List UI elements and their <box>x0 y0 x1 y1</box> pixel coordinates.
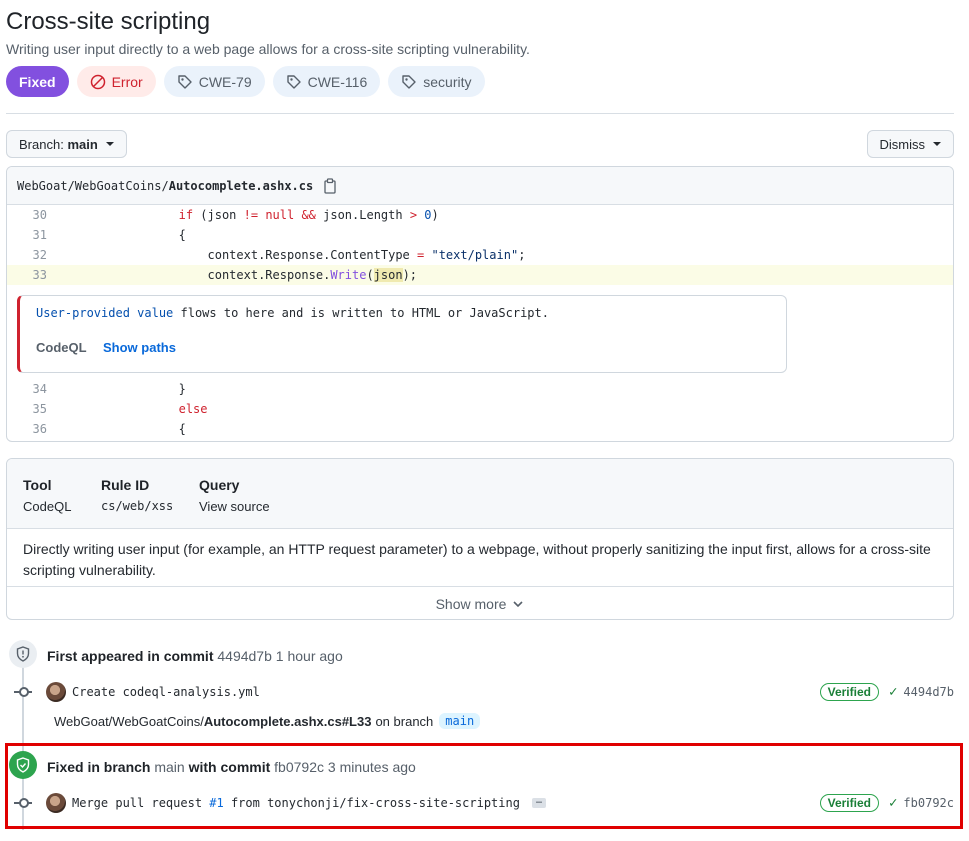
location-line: WebGoat/WebGoatCoins/Autocomplete.ashx.c… <box>54 713 481 729</box>
line-number: 36 <box>32 422 47 436</box>
file-location-link[interactable]: WebGoat/WebGoatCoins/Autocomplete.ashx.c… <box>54 714 371 729</box>
alert-tool: CodeQL <box>36 340 87 355</box>
tag-cwe-79[interactable]: CWE-79 <box>163 66 265 97</box>
page-title: Cross-site scripting <box>6 8 211 35</box>
alert-message: User-provided value flows to here and is… <box>36 306 549 320</box>
line-source: { <box>63 422 186 436</box>
branch-select-button[interactable]: Branch: main <box>6 130 127 158</box>
line-number: 35 <box>32 402 47 416</box>
branch-value: main <box>67 136 98 152</box>
code-line-highlighted: 33 context.Response.Write(json); <box>7 265 953 285</box>
highlight-frame <box>5 743 963 829</box>
line-source: context.Response.Write(json); <box>63 268 418 282</box>
commit-row: Create codeql-analysis.yml Verified ✓ 44… <box>14 681 954 703</box>
severity-label: Error <box>111 73 143 90</box>
branch-prefix: Branch: <box>19 136 64 152</box>
git-commit-icon <box>14 686 32 698</box>
tag-security[interactable]: security <box>388 66 485 97</box>
code-line: 31 { <box>7 225 953 245</box>
tag-label: CWE-79 <box>198 73 252 90</box>
code-line: 36 { <box>7 419 953 439</box>
code-line: 35 else <box>7 399 953 419</box>
tag-icon <box>402 74 416 89</box>
caret-down-icon <box>105 142 114 146</box>
commit-sha[interactable]: 4494d7b <box>903 685 954 699</box>
line-number: 31 <box>32 228 47 242</box>
code-line: 34 } <box>7 379 953 399</box>
code-snippet: WebGoat/WebGoatCoins/Autocomplete.ashx.c… <box>6 166 954 442</box>
chevron-down-icon <box>513 600 523 607</box>
clipboard-icon[interactable] <box>323 177 337 194</box>
dismiss-button[interactable]: Dismiss <box>866 130 954 158</box>
alert-labels: Fixed Error CWE-79 CWE-116 security <box>6 66 485 97</box>
tool-column: Tool CodeQL <box>23 477 72 514</box>
tag-label: CWE-116 <box>307 73 368 90</box>
avatar[interactable] <box>46 682 66 702</box>
rule-id-column: Rule ID cs/web/xss <box>101 477 174 513</box>
alert-annotation: User-provided value flows to here and is… <box>17 295 787 373</box>
error-icon <box>90 74 105 89</box>
tag-cwe-116[interactable]: CWE-116 <box>272 66 381 97</box>
show-paths-link[interactable]: Show paths <box>103 340 176 355</box>
query-column: Query View source <box>199 477 270 514</box>
severity-badge: Error <box>76 66 156 97</box>
rule-info-header: Tool CodeQL Rule ID cs/web/xss Query Vie… <box>7 459 953 529</box>
status-badge: Fixed <box>6 66 69 97</box>
line-number: 33 <box>32 268 47 282</box>
line-source: context.Response.ContentType = "text/pla… <box>63 248 526 262</box>
first-appeared-event: First appeared in commit 4494d7b 1 hour … <box>47 648 343 664</box>
page-subtitle: Writing user input directly to a web pag… <box>6 41 530 57</box>
branch-label[interactable]: main <box>439 713 481 729</box>
line-source: } <box>63 382 186 396</box>
tag-icon <box>178 74 192 89</box>
line-source: if (json != null && json.Length > 0) <box>178 208 439 222</box>
code-line: 32 context.Response.ContentType = "text/… <box>7 245 953 265</box>
caret-down-icon <box>933 142 941 146</box>
commit-message[interactable]: Create codeql-analysis.yml <box>72 685 260 699</box>
line-source: { <box>63 228 186 242</box>
shield-icon <box>9 640 37 668</box>
tag-label: security <box>423 73 472 90</box>
code-line: 30 if (json != null && json.Length > 0) <box>7 205 953 225</box>
view-source-link[interactable]: View source <box>199 499 270 514</box>
verified-badge[interactable]: Verified <box>819 683 879 701</box>
dismiss-label: Dismiss <box>879 136 926 152</box>
rule-description: Directly writing user input (for example… <box>7 529 953 587</box>
divider <box>6 113 954 114</box>
line-source: else <box>178 402 208 416</box>
show-more-button[interactable]: Show more <box>7 587 953 619</box>
tag-icon <box>286 74 301 89</box>
line-number: 34 <box>32 382 47 396</box>
line-number: 30 <box>32 208 47 222</box>
code-file-header: WebGoat/WebGoatCoins/Autocomplete.ashx.c… <box>7 167 953 205</box>
check-icon: ✓ <box>888 684 898 700</box>
file-path[interactable]: WebGoat/WebGoatCoins/Autocomplete.ashx.c… <box>17 179 313 193</box>
rule-info-panel: Tool CodeQL Rule ID cs/web/xss Query Vie… <box>6 458 954 620</box>
line-number: 32 <box>32 248 47 262</box>
